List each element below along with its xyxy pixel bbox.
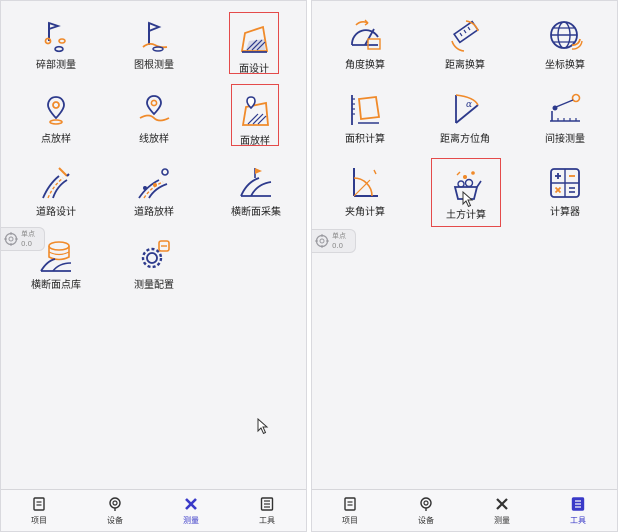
grid-item-label: 道路放样 bbox=[134, 207, 174, 218]
tab-device[interactable]: 设备 bbox=[388, 490, 464, 531]
settings-gear-icon bbox=[141, 240, 170, 269]
svg-text:α: α bbox=[466, 100, 472, 110]
measure-icon bbox=[185, 498, 197, 510]
tab-measure[interactable]: 测量 bbox=[464, 490, 540, 531]
tab-label: 设备 bbox=[418, 516, 434, 525]
grid-item-label: 距离方位角 bbox=[440, 134, 490, 145]
flags-icon bbox=[44, 21, 66, 53]
tab-label: 项目 bbox=[31, 516, 47, 525]
grid-item-distance-bearing[interactable]: α 距离方位角 bbox=[415, 83, 515, 149]
grid-item-road-stakeout[interactable]: 道路放样 bbox=[104, 156, 204, 222]
grid-item-label: 面设计 bbox=[239, 64, 269, 75]
tab-label: 工具 bbox=[570, 516, 586, 525]
grid-item-label: 夹角计算 bbox=[345, 207, 385, 218]
project-icon bbox=[344, 497, 356, 511]
solution-status: 单点 bbox=[332, 232, 346, 240]
tools-screen: 角度换算 距离换算 坐标换算 面积计算 α 距离方位角 间接测量 夹角计算 土方… bbox=[311, 0, 618, 532]
grid-item-cross-section-collect[interactable]: 横断面采集 bbox=[206, 156, 306, 222]
device-icon bbox=[420, 497, 432, 511]
cross-section-collect-icon bbox=[240, 168, 272, 197]
grid-item-label: 面积计算 bbox=[345, 134, 385, 145]
grid-item-included-angle[interactable]: 夹角计算 bbox=[315, 156, 415, 222]
grid-item-label: 点放样 bbox=[41, 134, 71, 145]
grid-item-label: 土方计算 bbox=[446, 210, 486, 221]
grid-item-label: 间接测量 bbox=[545, 134, 585, 145]
road-stakeout-icon bbox=[138, 168, 169, 199]
grid-item-label: 道路设计 bbox=[36, 207, 76, 218]
grid-item-label: 坐标换算 bbox=[545, 60, 585, 71]
measure-icon bbox=[496, 498, 508, 510]
grid-item-label: 图根测量 bbox=[134, 60, 174, 71]
grid-item-label: 面放样 bbox=[240, 136, 270, 147]
area-calc-icon bbox=[351, 95, 381, 125]
tab-label: 工具 bbox=[259, 516, 275, 525]
grid-item-indirect-measure[interactable]: 间接测量 bbox=[515, 83, 615, 149]
crosshair-icon bbox=[4, 232, 18, 246]
measure-screen: 碎部测量 图根测量 面设计 点放样 线放样 面放样 道路设计 道路放样 横断面采… bbox=[0, 0, 307, 532]
angle-convert-icon bbox=[351, 19, 381, 50]
tab-tools[interactable]: 工具 bbox=[540, 490, 616, 531]
area-pin-icon bbox=[241, 96, 269, 126]
grid-item-label: 测量配置 bbox=[134, 280, 174, 291]
solution-status: 单点 bbox=[21, 230, 35, 238]
grid-item-label: 角度换算 bbox=[345, 60, 385, 71]
bottom-tab-bar: 项目 设备 测量 工具 bbox=[312, 489, 617, 531]
grid-item-distance-convert[interactable]: 距离换算 bbox=[415, 9, 515, 75]
grid-item-label: 距离换算 bbox=[445, 60, 485, 71]
grid-item-label: 横断面采集 bbox=[231, 207, 281, 218]
single-point-status-widget[interactable]: 单点 0.0 bbox=[1, 227, 45, 251]
bottom-tab-bar: 项目 设备 测量 工具 bbox=[1, 489, 306, 531]
included-angle-icon bbox=[353, 168, 378, 197]
grid-item-area-calc[interactable]: 面积计算 bbox=[315, 83, 415, 149]
crosshair-icon bbox=[315, 234, 329, 248]
tab-label: 测量 bbox=[183, 516, 199, 525]
grid-item-road-design[interactable]: 道路设计 bbox=[6, 156, 106, 222]
line-pin-icon bbox=[139, 95, 170, 122]
distance-bearing-icon: α bbox=[455, 94, 479, 124]
road-design-icon bbox=[42, 167, 70, 199]
tab-project[interactable]: 项目 bbox=[312, 490, 388, 531]
tab-tools[interactable]: 工具 bbox=[229, 490, 305, 531]
grid-item-label: 线放样 bbox=[139, 134, 169, 145]
grid-item-survey-config[interactable]: 测量配置 bbox=[104, 229, 204, 295]
mouse-cursor-icon bbox=[462, 191, 474, 208]
tab-device[interactable]: 设备 bbox=[77, 490, 153, 531]
calculator-icon bbox=[550, 168, 580, 198]
area-design-icon bbox=[240, 25, 269, 53]
grid-item-angle-convert[interactable]: 角度换算 bbox=[315, 9, 415, 75]
solution-value: 0.0 bbox=[332, 242, 344, 250]
grid-item-detail-survey[interactable]: 碎部测量 bbox=[6, 9, 106, 75]
mouse-cursor-icon bbox=[257, 418, 269, 435]
grid-item-label: 碎部测量 bbox=[36, 60, 76, 71]
grid-item-coordinate-convert[interactable]: 坐标换算 bbox=[515, 9, 615, 75]
solution-value: 0.0 bbox=[21, 240, 33, 248]
tab-measure[interactable]: 测量 bbox=[153, 490, 229, 531]
tab-label: 测量 bbox=[494, 516, 510, 525]
device-icon bbox=[109, 497, 121, 511]
point-pin-icon bbox=[47, 96, 65, 125]
tools-function-grid: 角度换算 距离换算 坐标换算 面积计算 α 距离方位角 间接测量 夹角计算 土方… bbox=[312, 1, 617, 491]
tab-label: 设备 bbox=[107, 516, 123, 525]
grid-item-label: 横断面点库 bbox=[31, 280, 81, 291]
grid-item-line-stakeout[interactable]: 线放样 bbox=[104, 83, 204, 149]
grid-item-label: 计算器 bbox=[550, 207, 580, 218]
grid-item-calculator[interactable]: 计算器 bbox=[515, 156, 615, 222]
grid-item-control-survey[interactable]: 图根测量 bbox=[104, 9, 204, 75]
tab-project[interactable]: 项目 bbox=[1, 490, 77, 531]
tools-icon bbox=[571, 497, 585, 511]
distance-convert-icon bbox=[451, 20, 479, 52]
single-point-status-widget[interactable]: 单点 0.0 bbox=[312, 229, 356, 253]
project-icon bbox=[33, 497, 45, 511]
grid-item-area-stakeout[interactable]: 面放样 bbox=[231, 84, 279, 147]
globe-coordinate-icon bbox=[550, 21, 583, 50]
tools-icon bbox=[260, 497, 274, 511]
grid-item-point-stakeout[interactable]: 点放样 bbox=[6, 83, 106, 149]
control-flag-icon bbox=[142, 21, 168, 52]
indirect-measure-icon bbox=[550, 93, 581, 122]
tab-label: 项目 bbox=[342, 516, 358, 525]
grid-item-area-design[interactable]: 面设计 bbox=[229, 12, 279, 75]
